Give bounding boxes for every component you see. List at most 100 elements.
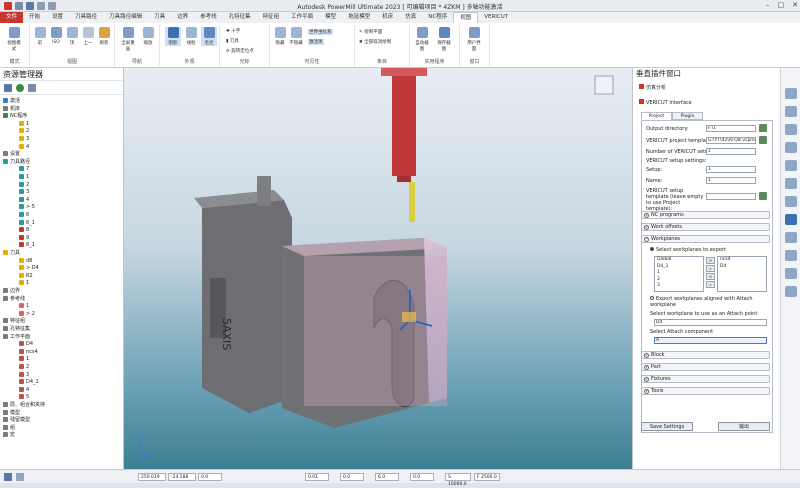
axis-a-field[interactable]: 0.0: [340, 473, 364, 481]
tree-node[interactable]: 参考线: [3, 295, 25, 304]
shaded-toggle-icon[interactable]: [785, 214, 797, 225]
iso-view-button[interactable]: ISO: [48, 27, 64, 45]
tree-node[interactable]: NC程序: [3, 113, 27, 121]
tree-node[interactable]: 4: [19, 143, 29, 152]
tree-node[interactable]: > 5: [19, 204, 35, 212]
model-view[interactable]: 5AXIS: [124, 68, 632, 469]
tree-node[interactable]: 9: [19, 234, 29, 243]
tab-pattern[interactable]: 参考线: [194, 12, 223, 23]
setup-name-input[interactable]: 1: [706, 177, 756, 184]
tree-node[interactable]: > D4: [19, 265, 39, 273]
list-item[interactable]: D4: [718, 264, 766, 271]
tree-node[interactable]: 6: [19, 212, 29, 220]
tree-node[interactable]: 边界: [3, 288, 20, 296]
select-icon[interactable]: [785, 268, 797, 279]
select-workplanes-radio[interactable]: Select workplanes to export: [650, 247, 726, 253]
tree-node[interactable]: 8: [19, 227, 29, 235]
tree-node[interactable]: d8: [19, 257, 32, 266]
view-iso-icon[interactable]: [785, 88, 797, 99]
maximize-icon[interactable]: □: [778, 1, 785, 9]
attach-point-select[interactable]: D4: [654, 319, 767, 326]
section-part[interactable]: v Part: [641, 363, 770, 371]
unhide-button[interactable]: 不隐藏: [288, 27, 304, 46]
tree-node[interactable]: D4: [19, 341, 33, 349]
section-workplanes[interactable]: ^ Workplanes: [641, 235, 770, 243]
tree-node[interactable]: 5: [19, 394, 29, 402]
tab-view[interactable]: 视图: [453, 12, 479, 23]
tab-hole-features[interactable]: 孔特征集: [223, 12, 257, 23]
view-top-icon[interactable]: [785, 196, 797, 207]
tree-node[interactable]: 1: [19, 174, 29, 182]
graphics-viewport[interactable]: 5AXIS: [124, 68, 632, 469]
tree-node[interactable]: 2: [19, 181, 29, 190]
tree-node[interactable]: 1: [19, 280, 29, 288]
tree-node[interactable]: 激活: [3, 98, 20, 106]
tolerance-field[interactable]: 0.01: [305, 473, 329, 481]
tree-node[interactable]: 1: [19, 303, 29, 311]
tree-node[interactable]: 3: [19, 371, 29, 380]
move-right-icon[interactable]: >: [706, 257, 715, 264]
hide-button[interactable]: 隐藏: [272, 27, 288, 46]
tab-nc-program[interactable]: NC程序: [422, 12, 453, 23]
output-button[interactable]: 输出: [718, 422, 770, 431]
tab-setup[interactable]: 设置: [46, 12, 69, 23]
section-block[interactable]: v Block: [641, 351, 770, 359]
tree-node[interactable]: 残留模型: [3, 417, 30, 425]
undraw-all-button[interactable]: ✖ 全部取消绘制: [359, 39, 391, 45]
tab-vericut[interactable]: VERICUT: [478, 12, 514, 23]
draw-plain-button[interactable]: ✎ 绘制平面: [359, 29, 382, 35]
axis-b-field[interactable]: 6.0: [375, 473, 399, 481]
tab-tool[interactable]: 刀具: [148, 12, 171, 23]
tab-boundary[interactable]: 边界: [171, 12, 194, 23]
selected-workplanes-list[interactable]: ncs4 D4: [717, 256, 767, 292]
wireframe-toggle-icon[interactable]: [785, 232, 797, 243]
save-settings-button[interactable]: Save Settings: [641, 422, 693, 431]
zoom-icon[interactable]: [785, 142, 797, 153]
measure-icon[interactable]: [785, 286, 797, 297]
section-nc-programs[interactable]: v NC programs: [641, 211, 770, 219]
view-mode-button[interactable]: 视图模式: [6, 27, 22, 52]
feed-rate-field[interactable]: F 2500.0: [474, 473, 500, 481]
tab-toolpath-edit[interactable]: 刀具路径编辑: [103, 12, 148, 23]
view-back-icon[interactable]: [785, 124, 797, 135]
tree-node[interactable]: R2: [19, 272, 33, 281]
stock-button[interactable]: 毛坯: [201, 27, 217, 46]
section-fixtures[interactable]: v Fixtures: [641, 375, 770, 383]
user-interface-button[interactable]: 用户界面: [466, 27, 482, 52]
minimize-icon[interactable]: –: [766, 1, 770, 9]
tab-stock-model[interactable]: 拖延模型: [342, 12, 376, 23]
tab-model[interactable]: 模型: [319, 12, 342, 23]
list-item[interactable]: 3: [655, 283, 703, 290]
spindle-speed-field[interactable]: S 10000.0: [445, 473, 471, 487]
simulation-analysis-row[interactable]: 仿真分析: [639, 84, 666, 91]
tab-plugin-options[interactable]: Plugin options: [672, 112, 703, 126]
wireframe-button[interactable]: 线框: [183, 27, 199, 46]
explorer-settings-icon[interactable]: [28, 84, 36, 92]
view-right-icon[interactable]: [785, 160, 797, 171]
front-view-button[interactable]: 前: [32, 27, 48, 46]
section-view-icon[interactable]: [785, 250, 797, 261]
view-left-icon[interactable]: [785, 178, 797, 189]
setup-select[interactable]: 1: [706, 166, 756, 173]
zoom-button[interactable]: 缩放: [140, 27, 156, 46]
tree-node[interactable]: 刀具路径: [3, 158, 30, 167]
status-home-icon[interactable]: [4, 473, 12, 481]
coord-x[interactable]: 250.019: [138, 473, 166, 481]
tree-node[interactable]: 1: [19, 120, 29, 129]
tree-node[interactable]: 4: [19, 386, 29, 395]
browse-template-icon[interactable]: [759, 136, 767, 144]
view-front-icon[interactable]: [785, 106, 797, 117]
tab-feature-group[interactable]: 特征组: [257, 12, 286, 23]
tree-node[interactable]: 3: [19, 189, 29, 197]
tree-node[interactable]: 1: [19, 356, 29, 364]
status-layers-icon[interactable]: [16, 473, 24, 481]
tree-node[interactable]: 6_1: [19, 219, 35, 228]
section-tools[interactable]: v Tools: [641, 387, 770, 395]
explorer-refresh-icon[interactable]: [16, 84, 24, 92]
tab-file[interactable]: 文件: [0, 12, 24, 23]
tree-node[interactable]: D4_1: [19, 379, 39, 387]
tab-project-options[interactable]: Project options: [641, 112, 672, 126]
tree-node[interactable]: 层、组合和夹持: [3, 402, 45, 410]
tree-node[interactable]: 宏: [3, 432, 15, 440]
section-work-offsets[interactable]: v Work offsets: [641, 223, 770, 231]
